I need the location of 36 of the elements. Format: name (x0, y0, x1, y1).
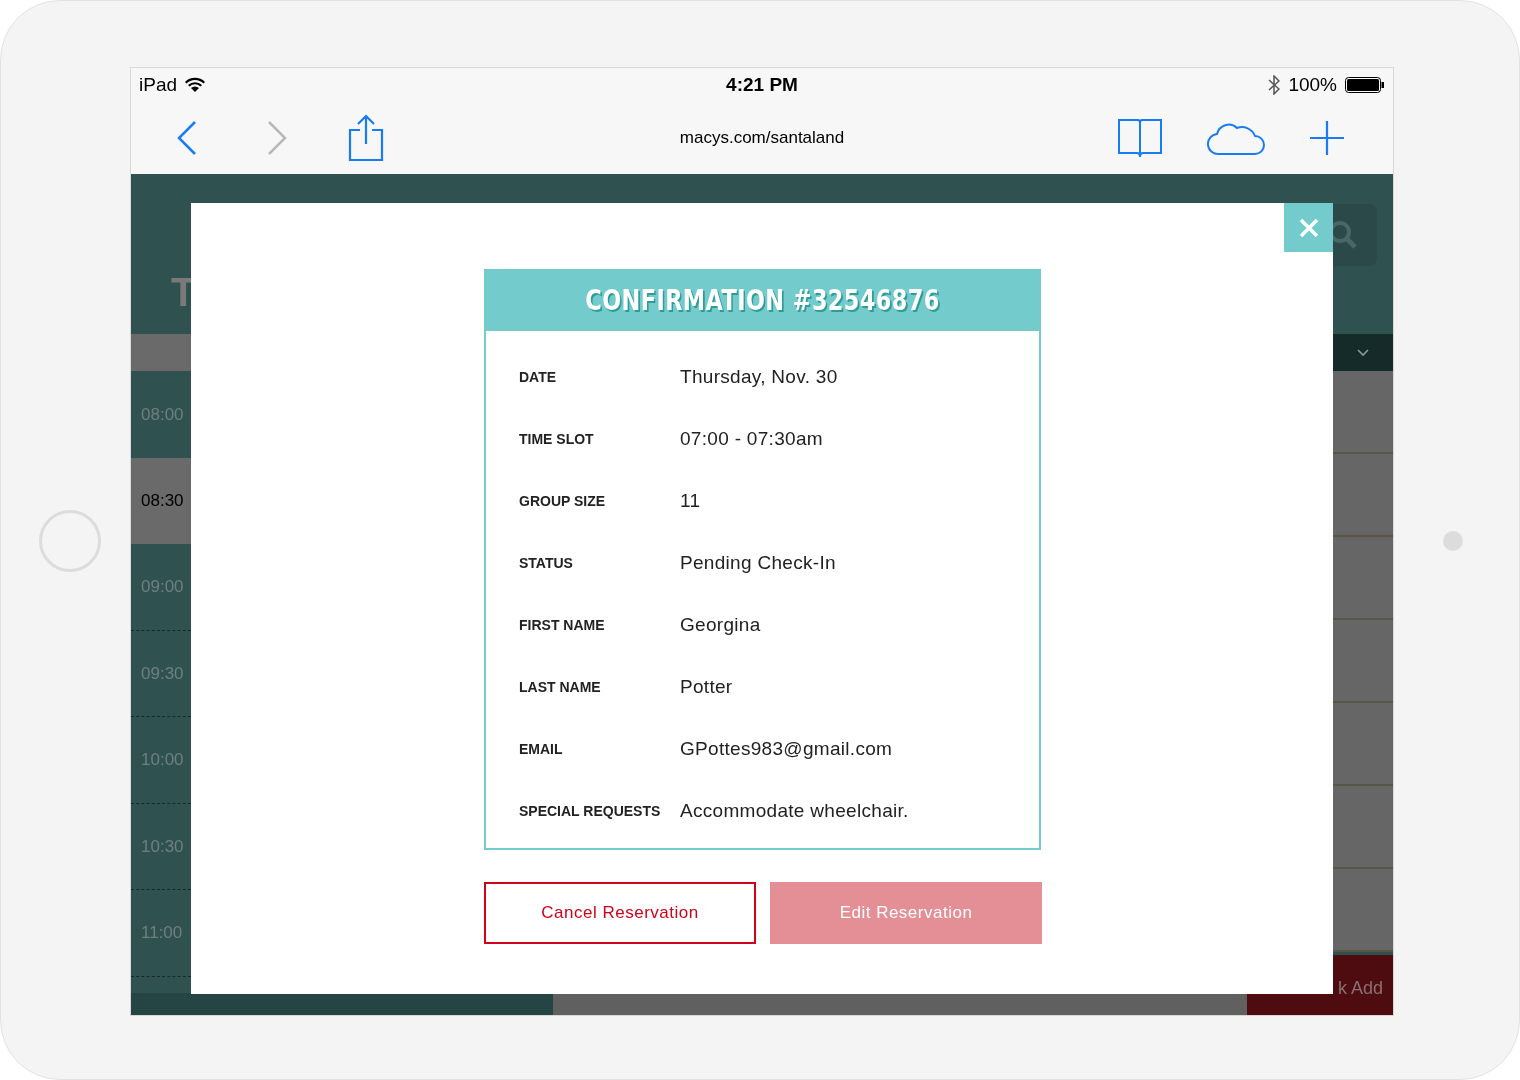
field-label: SPECIAL REQUESTS (519, 801, 662, 821)
device-name: iPad (139, 72, 178, 97)
field-label: STATUS (519, 553, 574, 573)
back-icon[interactable] (176, 120, 198, 156)
field-value: 07:00 - 07:30am (680, 426, 823, 451)
table-header-strip (131, 334, 191, 371)
battery-icon (1345, 77, 1385, 93)
address-bar[interactable]: macys.com/santaland (679, 125, 845, 151)
battery-percent: 100% (1288, 72, 1337, 97)
field-label: EMAIL (519, 739, 564, 759)
field-value: Thursday, Nov. 30 (680, 364, 838, 389)
time-slot[interactable]: 08:30 (131, 457, 191, 544)
share-icon[interactable] (348, 114, 384, 162)
field-value: GPottes983@gmail.com (680, 736, 893, 761)
field-label: FIRST NAME (519, 615, 606, 635)
time-slot[interactable]: 08:00 (131, 371, 191, 458)
camera-icon (1443, 531, 1463, 551)
confirmation-title: CONFIRMATION #32546876 (585, 283, 940, 319)
field-value: Pending Check-In (680, 550, 836, 575)
field-value: Georgina (680, 612, 761, 637)
field-label: TIME SLOT (519, 429, 595, 449)
field-value: Accommodate wheelchair. (680, 798, 909, 823)
field-value: Potter (680, 674, 733, 699)
book-icon[interactable] (1117, 117, 1163, 159)
field-label: DATE (519, 367, 558, 387)
bluetooth-icon (1268, 75, 1281, 95)
close-icon (1298, 217, 1319, 238)
field-label: GROUP SIZE (519, 491, 607, 511)
edit-button[interactable]: Edit Reservation (770, 882, 1042, 944)
cancel-button[interactable]: Cancel Reservation (484, 882, 756, 944)
wifi-icon (185, 77, 206, 93)
field-label: LAST NAME (519, 677, 602, 697)
plus-icon[interactable] (1309, 120, 1345, 156)
chevron-down-icon (1357, 348, 1369, 357)
status-time: 4:21 PM (726, 72, 798, 97)
field-value: 11 (680, 488, 701, 513)
